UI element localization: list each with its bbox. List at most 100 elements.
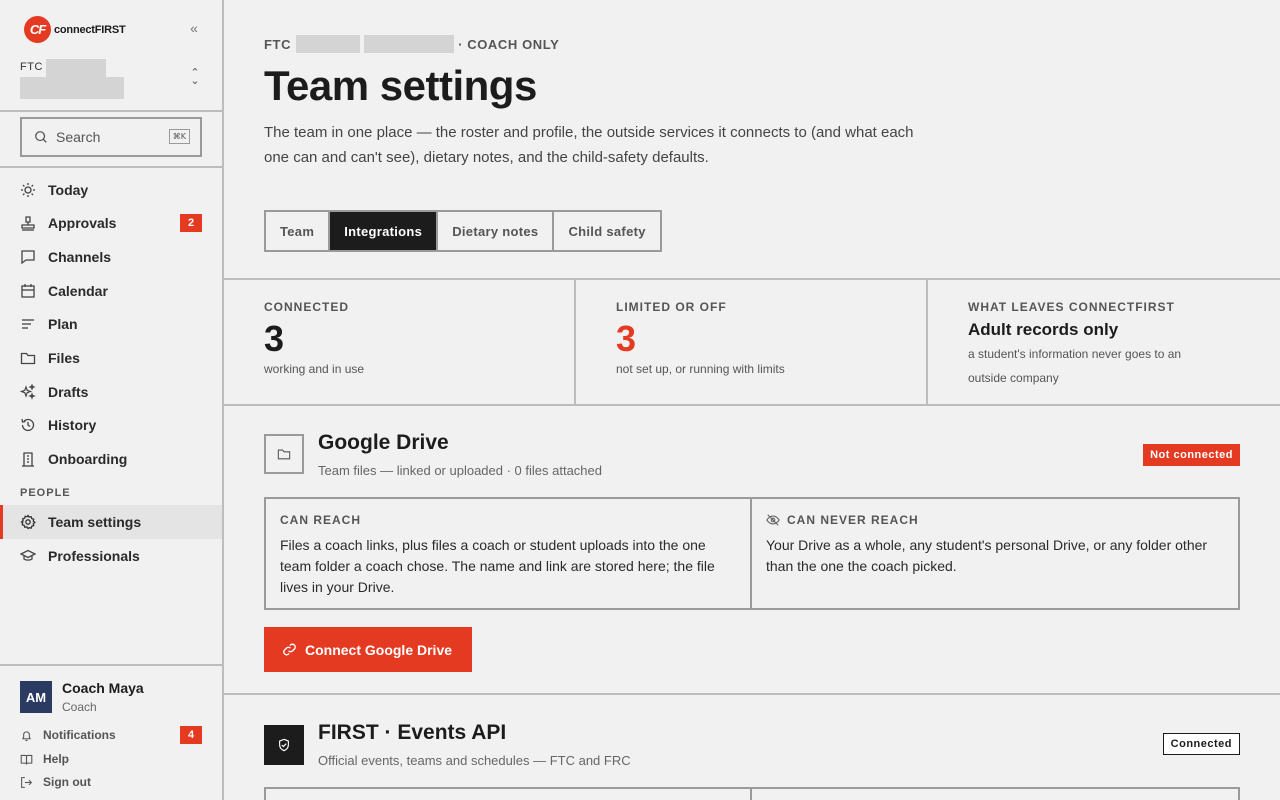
can-never-reach (752, 789, 1238, 800)
tab-integrations[interactable]: Integrations (330, 212, 439, 250)
stat-data-leaves: WHAT LEAVES CONNECTFIRST Adult records o… (928, 280, 1280, 404)
sign-out-link[interactable]: Sign out (20, 772, 204, 792)
sign-out-icon (21, 776, 33, 788)
breadcrumb-prefix: FTC (264, 36, 292, 52)
gear-icon (20, 514, 36, 530)
nav-item-approvals[interactable]: Approvals 2 (0, 206, 222, 240)
collapse-sidebar-icon[interactable]: « (186, 20, 202, 36)
help-label: Help (43, 752, 70, 766)
nav-label: Calendar (48, 283, 108, 299)
access-scope (264, 787, 1240, 800)
integration-title: FIRST · Events API (318, 721, 507, 744)
user-role: Coach (62, 700, 97, 714)
divider (0, 166, 222, 168)
can-never-reach-label: CAN NEVER REACH (787, 513, 919, 527)
tab-team[interactable]: Team (266, 212, 331, 250)
nav-label: Team settings (48, 514, 142, 530)
sidebar: CF connectFIRST « FTC ⌃ ⌄ Search ⌘K Today… (0, 0, 224, 800)
nav-label: Professionals (48, 548, 140, 564)
nav-item-plan[interactable]: Plan (0, 307, 222, 341)
can-reach-text: Files a coach links, plus files a coach … (280, 537, 715, 595)
redacted-team-name (20, 77, 124, 99)
team-switcher-prefix: FTC (20, 61, 43, 73)
stat-caption: working and in use (264, 362, 365, 376)
divider (224, 693, 1280, 695)
stat-caption: not set up, or running with limits (616, 362, 785, 376)
main-content: FTC · COACH ONLY Team settings The team … (224, 0, 1280, 800)
bell-icon (21, 730, 32, 741)
breadcrumb: FTC · COACH ONLY (264, 35, 559, 53)
chat-icon (21, 250, 35, 265)
can-reach (266, 789, 752, 800)
nav-label: Approvals (48, 215, 117, 231)
stamp-icon (21, 216, 35, 231)
stat-headline: Adult records only (968, 320, 1119, 339)
eye-off-icon (766, 514, 780, 526)
user-profile[interactable]: AM Coach Maya Coach (20, 680, 204, 715)
nav-item-onboarding[interactable]: Onboarding (0, 442, 222, 476)
sun-icon (21, 183, 35, 197)
graduation-cap-icon (20, 549, 36, 561)
divider (0, 110, 222, 112)
nav-item-channels[interactable]: Channels (0, 240, 222, 274)
stat-value: 3 (264, 318, 285, 359)
redacted-team-name (364, 35, 455, 53)
can-never-reach: CAN NEVER REACH Your Drive as a whole, a… (752, 499, 1238, 608)
nav-label: Files (48, 350, 80, 366)
divider (0, 664, 222, 666)
integration-subtitle: Team files — linked or uploaded · 0 file… (318, 463, 602, 478)
search-input[interactable]: Search ⌘K (20, 117, 202, 157)
nav-item-today[interactable]: Today (0, 173, 222, 207)
stat-label: CONNECTED (264, 300, 350, 314)
stat-label: LIMITED OR OFF (616, 300, 727, 314)
access-scope: CAN REACH Files a coach links, plus file… (264, 497, 1240, 610)
tab-child-safety[interactable]: Child safety (554, 212, 659, 250)
tab-dietary-notes[interactable]: Dietary notes (438, 212, 555, 250)
section-label-people: PEOPLE (20, 487, 71, 499)
team-switcher[interactable]: FTC ⌃ ⌄ (20, 59, 204, 101)
integration-title: Google Drive (318, 431, 449, 454)
nav-item-calendar[interactable]: Calendar (0, 274, 222, 308)
brand-logo: CF (24, 16, 51, 43)
building-icon (22, 452, 34, 467)
nav-item-team-settings[interactable]: Team settings (0, 505, 222, 539)
search-icon (35, 131, 47, 143)
can-never-reach-text: Your Drive as a whole, any student's per… (766, 537, 1208, 574)
history-icon (21, 418, 35, 432)
redacted-team-number (296, 35, 361, 53)
folder-icon (20, 352, 36, 365)
connect-google-drive-button[interactable]: Connect Google Drive (264, 627, 473, 672)
calendar-icon (21, 284, 35, 298)
notifications-badge: 4 (180, 726, 202, 744)
list-icon (22, 319, 34, 329)
nav-item-history[interactable]: History (0, 408, 222, 442)
stat-label: WHAT LEAVES CONNECTFIRST (968, 300, 1175, 314)
brand[interactable]: CF connectFIRST (24, 16, 126, 43)
nav-label: Plan (48, 316, 78, 332)
notifications-label: Notifications (43, 728, 116, 742)
nav-item-files[interactable]: Files (0, 341, 222, 375)
user-name: Coach Maya (62, 680, 144, 696)
shield-icon (264, 725, 304, 765)
connect-google-drive-label: Connect Google Drive (305, 641, 453, 658)
settings-tabs: Team Integrations Dietary notes Child sa… (264, 210, 662, 252)
notifications-link[interactable]: Notifications 4 (20, 725, 204, 745)
nav-item-professionals[interactable]: Professionals (0, 539, 222, 573)
sign-out-label: Sign out (43, 775, 91, 789)
link-icon (283, 643, 296, 656)
brand-name: connectFIRST (54, 23, 126, 36)
nav-item-drafts[interactable]: Drafts (0, 375, 222, 409)
nav-label: Onboarding (48, 451, 128, 467)
stat-limited: LIMITED OR OFF 3 not set up, or running … (576, 280, 928, 404)
avatar: AM (20, 681, 52, 713)
chevron-updown-icon: ⌃ ⌄ (190, 67, 200, 87)
sparkles-icon (20, 384, 36, 400)
page-title: Team settings (264, 62, 537, 109)
nav-label: History (48, 417, 97, 433)
help-link[interactable]: Help (20, 749, 204, 769)
integration-stats: CONNECTED 3 working and in use LIMITED O… (224, 278, 1280, 406)
status-badge: Not connected (1143, 444, 1240, 466)
nav-label: Drafts (48, 384, 89, 400)
book-icon (20, 754, 33, 764)
folder-icon (264, 434, 304, 474)
